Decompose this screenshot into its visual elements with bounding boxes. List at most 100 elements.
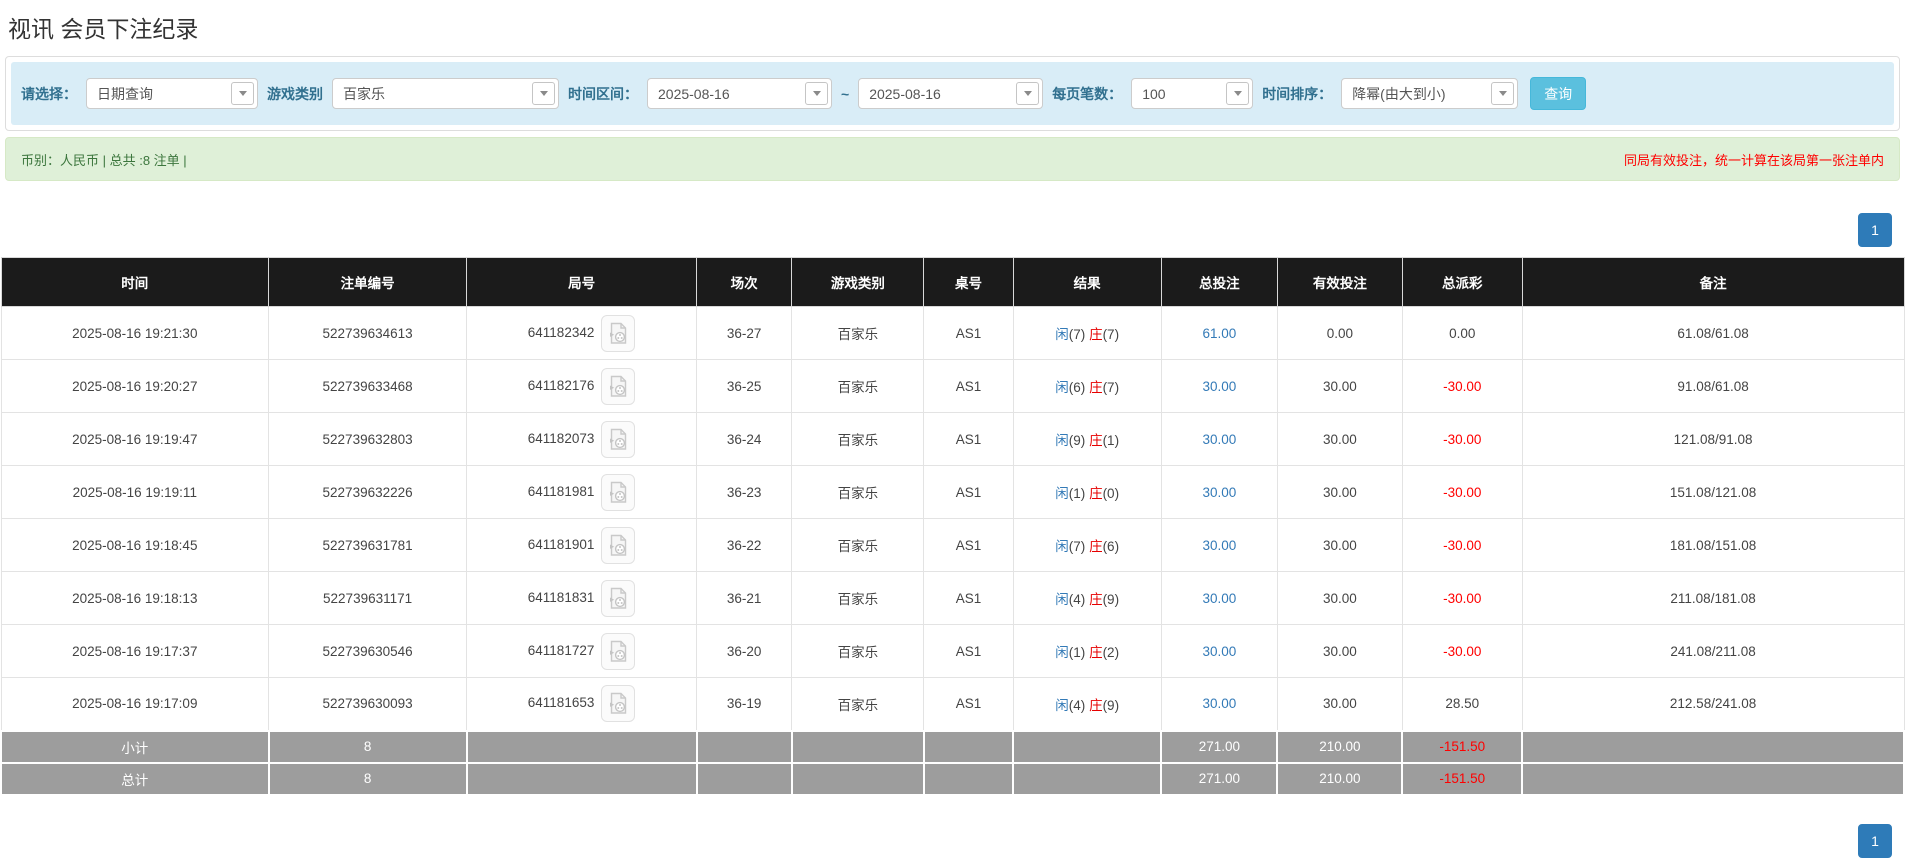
session-cell: 36-27 <box>697 307 792 360</box>
subtotal-payout: -151.50 <box>1402 731 1522 763</box>
round-id-cell: 641182176 <box>467 360 697 413</box>
game-type-cell: 百家乐 <box>792 466 924 519</box>
total-bet-link[interactable]: 30.00 <box>1202 432 1236 447</box>
result-player-label: 闲 <box>1055 380 1069 395</box>
remark-cell: 91.08/61.08 <box>1522 360 1904 413</box>
session-cell: 36-24 <box>697 413 792 466</box>
game-type-cell: 百家乐 <box>792 519 924 572</box>
payout-cell: 28.50 <box>1402 678 1522 731</box>
filter-panel: 请选择： 日期查询 游戏类别 百家乐 时间区间： 2025-08-16 ~ 20… <box>5 56 1900 131</box>
subtotal-row: 小计 8 271.00 210.00 -151.50 <box>1 731 1904 763</box>
video-replay-button[interactable] <box>601 368 635 405</box>
result-banker-score: (9) <box>1103 592 1120 607</box>
mode-select[interactable]: 日期查询 <box>86 78 258 109</box>
header-table-no: 桌号 <box>924 258 1013 307</box>
subtotal-label: 小计 <box>1 731 269 763</box>
time-cell: 2025-08-16 19:20:27 <box>1 360 269 413</box>
result-cell: 闲(7) 庄(7) <box>1013 307 1161 360</box>
filter-bar: 请选择： 日期查询 游戏类别 百家乐 时间区间： 2025-08-16 ~ 20… <box>11 62 1894 125</box>
table-body: 2025-08-16 19:21:30 522739634613 6411823… <box>1 307 1904 795</box>
video-replay-button[interactable] <box>601 580 635 617</box>
table-no-cell: AS1 <box>924 360 1013 413</box>
round-id-cell: 641181831 <box>467 572 697 625</box>
table-row: 2025-08-16 19:20:27 522739633468 6411821… <box>1 360 1904 413</box>
film-document-icon <box>607 586 629 611</box>
query-button[interactable]: 查询 <box>1530 77 1586 110</box>
chevron-down-icon[interactable] <box>231 82 254 105</box>
game-select[interactable]: 百家乐 <box>332 78 559 109</box>
total-bet-link[interactable]: 61.00 <box>1202 326 1236 341</box>
header-time: 时间 <box>1 258 269 307</box>
round-id: 641181653 <box>528 695 595 710</box>
result-cell: 闲(4) 庄(9) <box>1013 572 1161 625</box>
round-id-cell: 641181901 <box>467 519 697 572</box>
notice-text: 同局有效投注，统一计算在该局第一张注单内 <box>1624 150 1884 169</box>
remark-cell: 212.58/241.08 <box>1522 678 1904 731</box>
video-replay-button[interactable] <box>601 421 635 458</box>
total-bet-link[interactable]: 30.00 <box>1202 538 1236 553</box>
time-cell: 2025-08-16 19:17:37 <box>1 625 269 678</box>
remark-cell: 151.08/121.08 <box>1522 466 1904 519</box>
total-bet-link[interactable]: 30.00 <box>1202 485 1236 500</box>
result-banker-label: 庄 <box>1089 698 1103 713</box>
round-id: 641181727 <box>528 643 595 658</box>
chevron-down-icon[interactable] <box>532 82 555 105</box>
result-player-score: (4) <box>1069 592 1086 607</box>
time-cell: 2025-08-16 19:18:13 <box>1 572 269 625</box>
film-document-icon <box>607 480 629 505</box>
payout-cell: -30.00 <box>1402 519 1522 572</box>
grand-total-row: 总计 8 271.00 210.00 -151.50 <box>1 763 1904 795</box>
grand-total-label: 总计 <box>1 763 269 795</box>
date-from-select[interactable]: 2025-08-16 <box>647 78 832 109</box>
video-replay-button[interactable] <box>601 315 635 352</box>
session-cell: 36-22 <box>697 519 792 572</box>
valid-bet-cell: 30.00 <box>1277 519 1402 572</box>
round-id: 641181901 <box>528 537 595 552</box>
bet-id-cell: 522739634613 <box>269 307 467 360</box>
date-to-select[interactable]: 2025-08-16 <box>858 78 1043 109</box>
film-document-icon <box>607 374 629 399</box>
total-bet-cell: 30.00 <box>1161 678 1277 731</box>
sort-select[interactable]: 降幂(由大到小) <box>1341 78 1518 109</box>
payout-cell: 0.00 <box>1402 307 1522 360</box>
table-no-cell: AS1 <box>924 466 1013 519</box>
header-round-id: 局号 <box>467 258 697 307</box>
result-banker-score: (7) <box>1103 327 1120 342</box>
video-replay-button[interactable] <box>601 474 635 511</box>
result-banker-score: (0) <box>1103 486 1120 501</box>
film-document-icon <box>607 533 629 558</box>
total-bet-link[interactable]: 30.00 <box>1202 644 1236 659</box>
video-replay-button[interactable] <box>601 633 635 670</box>
total-bet-link[interactable]: 30.00 <box>1202 379 1236 394</box>
chevron-down-icon[interactable] <box>1226 82 1249 105</box>
chevron-down-icon[interactable] <box>1016 82 1039 105</box>
pagination-page-1-button[interactable]: 1 <box>1858 213 1892 247</box>
video-replay-button[interactable] <box>601 527 635 564</box>
round-id: 641182342 <box>528 325 595 340</box>
grand-total-total-bet: 271.00 <box>1161 763 1277 795</box>
game-label: 游戏类别 <box>267 84 323 104</box>
result-player-score: (1) <box>1069 486 1086 501</box>
result-banker-label: 庄 <box>1089 433 1103 448</box>
chevron-down-icon[interactable] <box>805 82 828 105</box>
total-bet-cell: 30.00 <box>1161 466 1277 519</box>
result-player-score: (7) <box>1069 539 1086 554</box>
summary-bar: 币别：人民币 | 总共 :8 注单 | 同局有效投注，统一计算在该局第一张注单内 <box>5 137 1900 181</box>
pagination-bottom-page-1-button[interactable]: 1 <box>1858 824 1892 858</box>
valid-bet-cell: 30.00 <box>1277 360 1402 413</box>
result-player-score: (1) <box>1069 645 1086 660</box>
result-cell: 闲(1) 庄(0) <box>1013 466 1161 519</box>
sort-label: 时间排序： <box>1262 84 1332 104</box>
result-cell: 闲(6) 庄(7) <box>1013 360 1161 413</box>
page-size-select[interactable]: 100 <box>1131 78 1253 109</box>
total-bet-link[interactable]: 30.00 <box>1202 696 1236 711</box>
total-bet-link[interactable]: 30.00 <box>1202 591 1236 606</box>
header-game-type: 游戏类别 <box>792 258 924 307</box>
remark-cell: 121.08/91.08 <box>1522 413 1904 466</box>
chevron-down-icon[interactable] <box>1491 82 1514 105</box>
round-id-cell: 641182073 <box>467 413 697 466</box>
total-bet-cell: 30.00 <box>1161 625 1277 678</box>
video-replay-button[interactable] <box>601 685 635 722</box>
date-range-separator: ~ <box>841 86 849 102</box>
result-player-label: 闲 <box>1055 645 1069 660</box>
